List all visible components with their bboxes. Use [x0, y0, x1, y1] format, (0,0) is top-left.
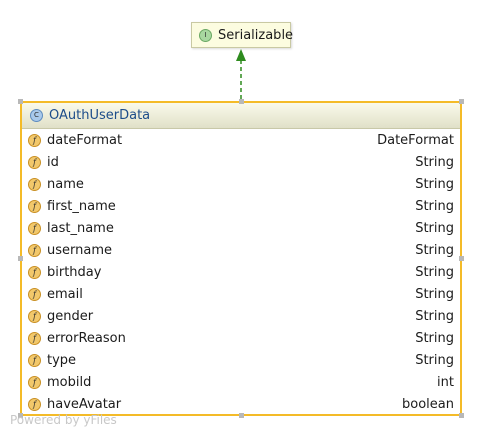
field-row[interactable]: f dateFormat DateFormat	[22, 129, 460, 151]
field-type: String	[415, 330, 454, 346]
field-name: id	[47, 154, 59, 170]
field-row[interactable]: f gender String	[22, 305, 460, 327]
implements-arrowhead	[236, 49, 246, 61]
field-icon: f	[28, 397, 41, 411]
field-icon: f	[28, 353, 41, 367]
field-row[interactable]: f id String	[22, 151, 460, 173]
selection-handle-top-mid[interactable]	[239, 99, 244, 104]
field-icon: f	[28, 177, 41, 191]
field-name: mobild	[47, 374, 92, 390]
field-type: String	[415, 308, 454, 324]
selection-handle-top-left[interactable]	[18, 99, 23, 104]
field-row[interactable]: f username String	[22, 239, 460, 261]
field-type: String	[415, 286, 454, 302]
field-row[interactable]: f errorReason String	[22, 327, 460, 349]
field-type: String	[415, 264, 454, 280]
field-row[interactable]: f first_name String	[22, 195, 460, 217]
field-name: haveAvatar	[47, 396, 122, 412]
field-icon: f	[28, 221, 41, 235]
field-row[interactable]: f type String	[22, 349, 460, 371]
field-type: String	[415, 242, 454, 258]
field-type: int	[437, 374, 454, 390]
field-row[interactable]: f last_name String	[22, 217, 460, 239]
field-row[interactable]: f name String	[22, 173, 460, 195]
field-icon: f	[28, 331, 41, 345]
field-name: dateFormat	[47, 132, 123, 148]
field-icon: f	[28, 265, 41, 279]
field-icon: f	[28, 287, 41, 301]
field-list: f dateFormat DateFormat f id String f name Strin…	[22, 129, 460, 415]
field-type: String	[415, 220, 454, 236]
field-row[interactable]: f email String	[22, 283, 460, 305]
field-name: gender	[47, 308, 94, 324]
selection-handle-top-right[interactable]	[459, 99, 464, 104]
class-name: OAuthUserData	[49, 108, 151, 123]
field-row[interactable]: f birthday String	[22, 261, 460, 283]
field-name: errorReason	[47, 330, 126, 346]
field-name: type	[47, 352, 77, 368]
field-icon: f	[28, 375, 41, 389]
class-header: C OAuthUserData	[22, 103, 460, 129]
field-name: username	[47, 242, 112, 258]
field-type: String	[415, 154, 454, 170]
selection-handle-mid-left[interactable]	[18, 256, 23, 261]
field-type: String	[415, 198, 454, 214]
selection-handle-bottom-mid[interactable]	[239, 413, 244, 418]
field-name: last_name	[47, 220, 114, 236]
field-row[interactable]: f haveAvatar boolean	[22, 393, 460, 415]
field-type: boolean	[402, 396, 454, 412]
field-icon: f	[28, 155, 41, 169]
field-type: DateFormat	[377, 132, 454, 148]
field-type: String	[415, 176, 454, 192]
watermark: Powered by yFiles	[10, 413, 117, 427]
selection-handle-mid-right[interactable]	[459, 256, 464, 261]
field-icon: f	[28, 199, 41, 213]
field-icon: f	[28, 243, 41, 257]
field-name: birthday	[47, 264, 102, 280]
field-row[interactable]: f mobild int	[22, 371, 460, 393]
field-name: first_name	[47, 198, 116, 214]
field-type: String	[415, 352, 454, 368]
field-icon: f	[28, 309, 41, 323]
field-name: email	[47, 286, 83, 302]
selection-handle-bottom-right[interactable]	[459, 413, 464, 418]
field-name: name	[47, 176, 84, 192]
static-field-icon: f	[28, 133, 41, 147]
class-icon: C	[30, 109, 43, 122]
oauthuserdata-class-node[interactable]: C OAuthUserData f dateFormat DateFormat f id…	[20, 101, 462, 416]
